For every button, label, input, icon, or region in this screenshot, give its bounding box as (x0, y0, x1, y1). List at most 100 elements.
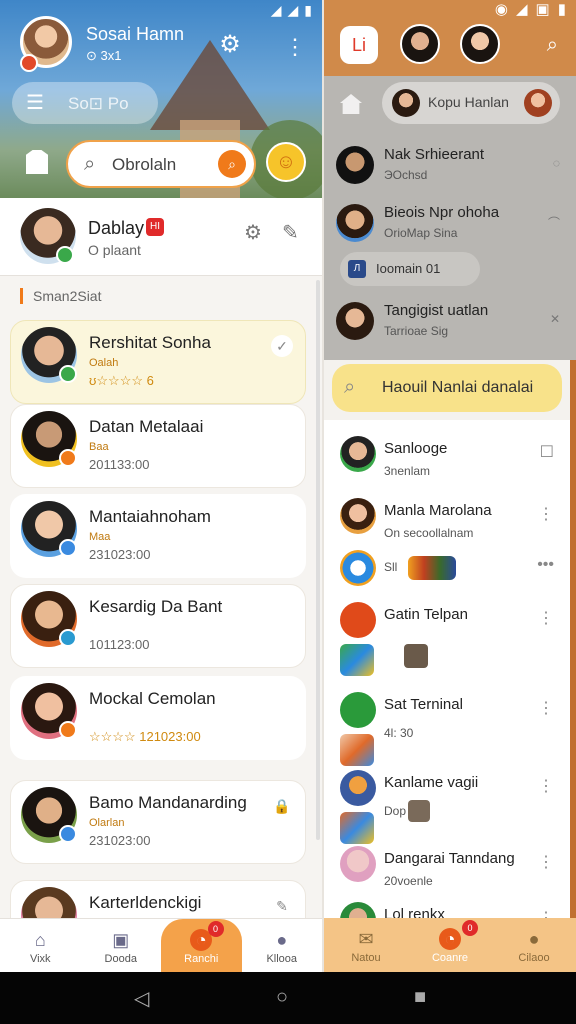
tab-chat[interactable]: ◔ Coanre 0 (408, 918, 492, 972)
tab-profile[interactable]: ● Kllooa (242, 919, 323, 972)
scrollbar[interactable] (316, 280, 320, 840)
search-input[interactable]: ⌕ Haouil Nanlai danalai (332, 364, 562, 412)
list-item[interactable]: Gatin Telpan ⋮ (324, 602, 570, 682)
story-avatar[interactable] (400, 24, 440, 64)
chip-label: Ioomain 01 (376, 261, 441, 276)
chat-name: Datan Metalaai (89, 417, 204, 436)
item-name: Gatin Telpan (384, 606, 468, 623)
item-subtitle: Sll (384, 560, 398, 574)
bottom-nav-right: ✉ Natou ◔ Coanre 0 ● Cilaoo (324, 918, 576, 972)
tab-profile[interactable]: ● Cilaoo (492, 918, 576, 972)
lock-icon[interactable]: 🔒 (271, 795, 293, 817)
more-vertical-icon[interactable]: ⋮ (538, 852, 554, 872)
home-icon[interactable] (340, 94, 362, 114)
hamburger-icon[interactable]: ☰ (26, 93, 46, 113)
more-horizontal-icon[interactable]: ••• (537, 556, 554, 574)
more-vertical-icon[interactable]: ⋮ (538, 504, 554, 524)
recents-icon[interactable]: ■ (414, 986, 426, 1009)
check-icon[interactable]: ✓ (271, 335, 293, 357)
item-name: Nak Srhieerant (384, 146, 485, 163)
reply-icon[interactable]: ◌ (553, 156, 560, 170)
chat-item[interactable]: Rershitat Sonha Oalah ʊ☆☆☆☆ 6 ✓ (10, 320, 306, 404)
notification-badge: 0 (207, 921, 224, 937)
account-pill[interactable]: Kopu Hanlan (382, 82, 560, 124)
filter-chip[interactable]: Л Ioomain 01 (340, 252, 480, 286)
list-item[interactable]: Kanlame vagii Dop ⋮ (324, 770, 570, 850)
item-name: Kanlame vagii (384, 774, 479, 791)
contact-list: Sanlooge 3nenlam ☐ Manla Marolana On sec… (324, 420, 570, 938)
item-subtitle: Tarrioae Sig (384, 324, 449, 338)
item-name: Manla Marolana (384, 502, 492, 519)
tab-chat[interactable]: ◔ Ranchi 0 (161, 919, 242, 972)
avatar (340, 498, 376, 534)
pill-avatar (524, 89, 552, 117)
my-profile-card[interactable]: Dablay HI O plaant ⚙ ✎ (0, 198, 322, 276)
home-icon: ⌂ (34, 930, 46, 950)
assistant-face-icon[interactable]: ☺ (266, 142, 306, 182)
item-subtitle: On secoollalnam (384, 526, 474, 540)
list-item[interactable]: Nak Srhieerant ЭOchsd ◌ (324, 140, 576, 196)
person-icon: ● (276, 930, 288, 950)
search-submit-icon[interactable]: ⌕ (218, 150, 246, 178)
tab-home[interactable]: ⌂ Vixk (0, 919, 81, 972)
my-name: Dablay (88, 218, 145, 238)
more-vertical-icon[interactable]: ⋮ (284, 34, 306, 60)
status-badge (59, 825, 77, 843)
item-subtitle: 4l: 30 (384, 726, 414, 740)
chat-meta: ☆☆☆☆ 121023:00 (89, 729, 201, 744)
status-badge (59, 629, 77, 647)
avatar (340, 436, 376, 472)
tab-label: Vixk (29, 953, 51, 965)
media-thumbnail (408, 800, 430, 822)
chat-item[interactable]: Mockal Cemolan ☆☆☆☆ 121023:00 (10, 676, 306, 760)
dimmed-overlay-area: ◉ ◢ ▣ ▮ Li ⌕ Kopu Hanlan Nak Srhieerant (324, 0, 576, 360)
home-circle-icon[interactable]: ○ (276, 986, 288, 1009)
status-badge (59, 449, 77, 467)
settings-gear-icon[interactable]: ⚙ (217, 32, 243, 58)
chat-item[interactable]: Datan Metalaai Baa 201133:00 (10, 404, 306, 488)
chat-subtitle: Maa (89, 531, 111, 543)
search-icon[interactable]: ⌕ (547, 34, 558, 57)
more-vertical-icon[interactable]: ⋮ (538, 698, 554, 718)
menu-pill[interactable]: ☰ So⊡ Po (12, 82, 158, 124)
status-badge (59, 365, 77, 383)
avatar (340, 550, 376, 586)
chat-subtitle: Oalah (89, 357, 119, 369)
story-avatar[interactable] (460, 24, 500, 64)
square-icon[interactable]: ☐ (540, 442, 554, 462)
signal-icon: ◢ (270, 2, 282, 18)
edit-tool-icon[interactable]: ✎ (282, 220, 299, 245)
tab-label: Ranchi (184, 953, 219, 965)
profile-settings-icon[interactable]: ⚙ (244, 220, 262, 245)
media-thumbnail (404, 644, 428, 668)
tab-docs[interactable]: ▣ Dooda (81, 919, 162, 972)
chat-meta: 231023:00 (89, 547, 151, 562)
search-input[interactable]: ⌕ Obrolaln ⌕ (66, 140, 256, 188)
back-icon[interactable]: ◁ (134, 986, 149, 1011)
edit-square-icon[interactable]: ✎ (271, 895, 293, 917)
list-item[interactable]: Sat Terninal 4l: 30 ⋮ (324, 692, 570, 772)
chat-item[interactable]: Kesardig Da Bant 101123:00 (10, 584, 306, 668)
list-item[interactable]: Bieois Npr ohoha OrioMap Sina ⌒ (324, 198, 576, 254)
notification-badge: 0 (462, 920, 478, 936)
left-panel: ◢ ◢ ▮ Sosai Hamn ⊙ 3x1 ⚙ ⋮ ☰ So⊡ Po ⌕ Ob… (0, 0, 322, 972)
chat-name: Mockal Cemolan (89, 689, 216, 708)
reply-icon[interactable]: ⌒ (548, 214, 560, 231)
item-subtitle: Dop (384, 804, 407, 818)
list-item[interactable]: Tangigist uatlan Tarrioae Sig ✕ (324, 296, 576, 352)
tab-mail[interactable]: ✉ Natou (324, 918, 408, 972)
profile-badge (20, 54, 38, 72)
shirt-icon[interactable] (26, 150, 48, 174)
item-name: Tangigist uatlan (384, 302, 489, 319)
chat-item[interactable]: Mantaiahnoham Maa 231023:00 (10, 494, 306, 578)
more-vertical-icon[interactable]: ⋮ (538, 776, 554, 796)
item-name: Sanlooge (384, 440, 448, 457)
tab-label: Cilaoo (518, 952, 550, 964)
scrollbar[interactable] (570, 360, 576, 920)
app-logo[interactable]: Li (340, 26, 378, 64)
close-icon[interactable]: ✕ (550, 312, 560, 326)
chat-item[interactable]: Bamo Mandanarding Olarlan 231023:00 🔒 (10, 780, 306, 864)
bottom-nav-left: ⌂ Vixk ▣ Dooda ◔ Ranchi 0 ● Kllooa (0, 918, 322, 972)
more-vertical-icon[interactable]: ⋮ (538, 608, 554, 628)
castle-roof-illustration (150, 40, 270, 130)
